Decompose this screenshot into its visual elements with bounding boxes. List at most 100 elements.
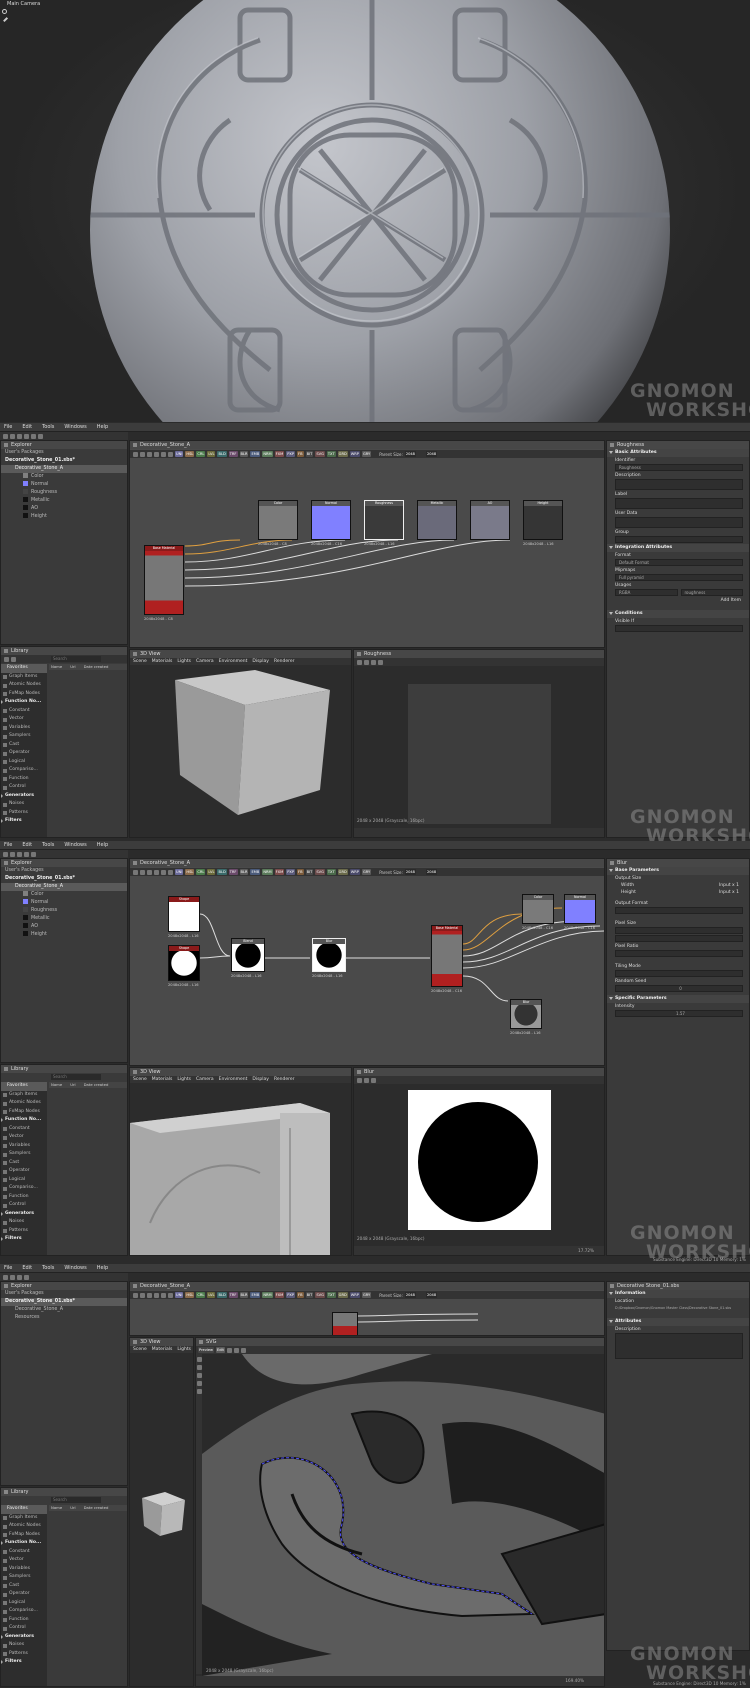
visible-if-input[interactable] (615, 625, 743, 632)
library-item[interactable]: Cast (1, 1159, 47, 1168)
library-item[interactable]: Patterns (1, 1227, 47, 1236)
pixel-size-height[interactable] (615, 935, 743, 942)
3d-menu-environment[interactable]: Environment (219, 1076, 248, 1083)
comment-icon[interactable] (147, 1292, 152, 1298)
graph-node-ao[interactable]: AO (470, 500, 510, 540)
library-group[interactable]: Filters (1, 1235, 47, 1244)
integration-header[interactable]: Integration Attributes (607, 544, 749, 552)
node-shortcut-bit[interactable]: BIT (305, 869, 314, 875)
menu-edit[interactable]: Edit (22, 1264, 32, 1272)
graph-node-base-material[interactable]: Base Material (431, 925, 463, 987)
library-item[interactable]: Patterns (1, 809, 47, 818)
graph-node-roughness[interactable]: Roughness (364, 500, 404, 540)
group-input[interactable] (615, 536, 743, 543)
format-select[interactable]: Default Format (615, 559, 743, 566)
comment-icon[interactable] (147, 869, 152, 875)
undo-icon[interactable] (24, 433, 29, 439)
menu-windows[interactable]: Windows (64, 1264, 86, 1272)
library-item[interactable]: Logical (1, 758, 47, 767)
svg-tool-icon[interactable] (233, 1347, 239, 1353)
node-shortcut-emb[interactable]: EMB (250, 869, 261, 875)
library-item[interactable]: Cast (1, 1582, 47, 1591)
node-shortcut-uni[interactable]: UNI (175, 869, 184, 875)
package-item[interactable]: Decorative_Stone_01.sbs* (1, 1298, 127, 1306)
node-shortcut-grd[interactable]: GRD (337, 869, 348, 875)
graph-node-blur[interactable]: Blur (312, 938, 346, 972)
node-shortcut-fxm[interactable]: FXM (274, 451, 285, 457)
node-shortcut-bit[interactable]: BIT (305, 451, 314, 457)
add-item-button[interactable]: Add Item (607, 597, 749, 604)
col-date[interactable]: Date created (84, 664, 109, 670)
node-shortcut-gry[interactable]: GRY (361, 1292, 372, 1298)
library-item[interactable]: Samplers (1, 1573, 47, 1582)
node-shortcut-crl[interactable]: CRL (196, 451, 206, 457)
library-group[interactable]: Filters (1, 817, 47, 826)
open-icon[interactable] (10, 851, 15, 857)
output-item-color[interactable]: Color (1, 891, 127, 899)
comment-icon[interactable] (147, 451, 152, 457)
align-icon[interactable] (161, 869, 166, 875)
library-item[interactable]: Compariso... (1, 1184, 47, 1193)
new-icon[interactable] (3, 1274, 8, 1280)
filter-icon[interactable] (4, 656, 9, 662)
grid-icon[interactable] (168, 1292, 173, 1298)
svg-tool-icon[interactable] (240, 1347, 246, 1353)
graph-tab[interactable]: Decorative_Stone_A (130, 441, 604, 449)
frame-icon[interactable] (140, 451, 145, 457)
3d-menu-materials[interactable]: Materials (152, 1346, 173, 1353)
pen-tool-icon[interactable] (196, 1365, 202, 1370)
graph-node-blend[interactable]: Blend (231, 938, 265, 972)
label-input[interactable] (615, 498, 743, 509)
menu-help[interactable]: Help (97, 841, 108, 849)
library-search[interactable]: Search (51, 1074, 101, 1080)
library-group[interactable]: Generators (1, 792, 47, 801)
node-shortcut-nrm[interactable]: NRM (262, 1292, 273, 1298)
3d-cube-render[interactable] (130, 1488, 194, 1548)
library-item[interactable]: Variables (1, 1565, 47, 1574)
package-item[interactable]: Decorative_Stone_01.sbs* (1, 875, 127, 883)
node-shortcut-blr[interactable]: BLR (239, 451, 249, 457)
frame-icon[interactable] (140, 1292, 145, 1298)
new-icon[interactable] (3, 851, 8, 857)
library-item[interactable]: Constant (1, 1125, 47, 1134)
node-shortcut-txt[interactable]: TXT (326, 451, 336, 457)
library-item[interactable]: Compariso... (1, 766, 47, 775)
output-item-height[interactable]: Height (1, 513, 127, 521)
output-size-select[interactable]: 2048 (425, 1292, 438, 1298)
redo-icon[interactable] (31, 433, 36, 439)
information-header[interactable]: Information (607, 1290, 749, 1298)
3d-menu-lights[interactable]: Lights (177, 658, 191, 665)
col-url[interactable]: Url (70, 664, 75, 670)
package-item[interactable]: Decorative_Stone_01.sbs* (1, 457, 127, 465)
3d-menu-scene[interactable]: Scene (133, 1076, 147, 1083)
library-item[interactable]: Control (1, 1201, 47, 1210)
menu-file[interactable]: File (4, 423, 12, 431)
node-shortcut-gry[interactable]: GRY (361, 869, 372, 875)
library-item[interactable]: FxMap Nodes (1, 690, 47, 699)
pin-icon[interactable] (154, 869, 159, 875)
library-item[interactable]: Variables (1, 724, 47, 733)
node-shortcut-lvl[interactable]: LVL (207, 869, 216, 875)
align-icon[interactable] (161, 451, 166, 457)
library-item[interactable]: Atomic Nodes (1, 1099, 47, 1108)
graph-mode-icon[interactable] (133, 451, 138, 457)
blur-preview[interactable] (408, 1090, 551, 1230)
2d-tool-icon[interactable] (357, 659, 362, 665)
resources-item[interactable]: Resources (1, 1314, 127, 1322)
rect-tool-icon[interactable] (196, 1373, 202, 1378)
library-item[interactable]: Graph Items (1, 1514, 47, 1523)
col-name[interactable]: Name (51, 1505, 62, 1511)
random-seed-input[interactable]: 0 (615, 985, 743, 992)
node-shortcut-crl[interactable]: CRL (196, 869, 206, 875)
node-shortcut-grd[interactable]: GRD (337, 451, 348, 457)
library-group[interactable]: Function No... (1, 698, 47, 707)
library-item[interactable]: Logical (1, 1599, 47, 1608)
menu-tools[interactable]: Tools (42, 1264, 54, 1272)
graph-mode-icon[interactable] (133, 1292, 138, 1298)
3d-cube-render[interactable] (130, 665, 352, 838)
3d-cube-render[interactable] (130, 1083, 352, 1256)
node-shortcut-trf[interactable]: TRF (228, 1292, 238, 1298)
node-shortcut-fb[interactable]: FB (297, 451, 304, 457)
node-shortcut-nrm[interactable]: NRM (262, 451, 273, 457)
node-shortcut-fb[interactable]: FB (297, 1292, 304, 1298)
